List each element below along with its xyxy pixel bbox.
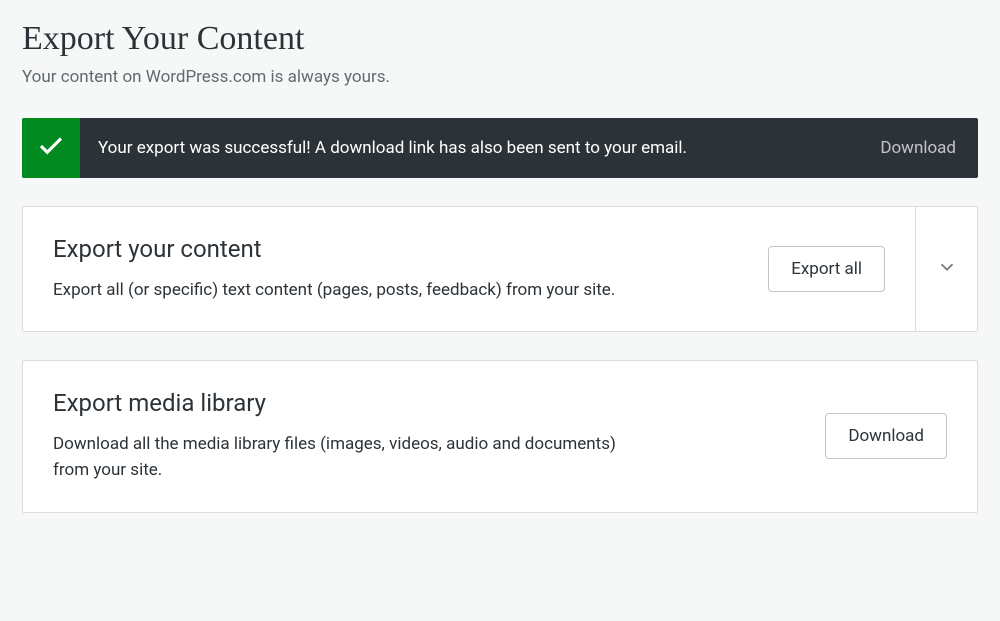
export-content-card: Export your content Export all (or speci…: [22, 206, 978, 332]
export-media-title: Export media library: [53, 389, 805, 417]
page-title: Export Your Content: [22, 20, 978, 58]
notice-download-link[interactable]: Download: [858, 118, 978, 178]
page-header: Export Your Content Your content on Word…: [22, 20, 978, 90]
export-media-card: Export media library Download all the me…: [22, 360, 978, 513]
success-icon-box: [22, 118, 80, 178]
export-content-text: Export your content Export all (or speci…: [53, 235, 748, 303]
export-media-body: Export media library Download all the me…: [23, 361, 977, 512]
chevron-down-icon: [936, 256, 958, 282]
success-notice: Your export was successful! A download l…: [22, 118, 978, 178]
export-media-text: Export media library Download all the me…: [53, 389, 805, 484]
download-media-button[interactable]: Download: [825, 413, 947, 459]
export-content-title: Export your content: [53, 235, 748, 263]
checkmark-icon: [36, 131, 66, 165]
export-content-body: Export your content Export all (or speci…: [23, 207, 915, 331]
export-media-description: Download all the media library files (im…: [53, 431, 633, 484]
export-content-description: Export all (or specific) text content (p…: [53, 277, 633, 303]
export-all-button[interactable]: Export all: [768, 246, 885, 292]
page-subtitle: Your content on WordPress.com is always …: [22, 66, 978, 90]
notice-message: Your export was successful! A download l…: [80, 118, 858, 178]
expand-export-content-toggle[interactable]: [915, 207, 977, 331]
